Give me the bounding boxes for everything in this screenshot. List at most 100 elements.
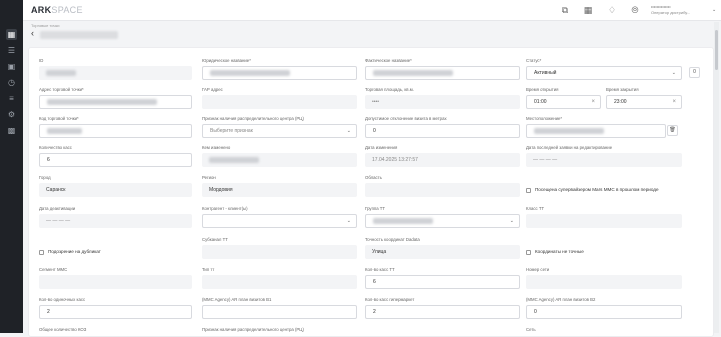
menu-icon[interactable]: ≡ xyxy=(6,93,17,104)
document-icon[interactable]: ▣ xyxy=(6,61,17,72)
chevron-down-icon: ⌄ xyxy=(671,70,676,76)
supervisor-checkbox[interactable] xyxy=(526,188,531,193)
legal-name-input[interactable] xyxy=(202,66,357,80)
id-field xyxy=(39,66,192,80)
legal-name-label: Юридическое название* xyxy=(202,58,251,63)
supervisor-label: Посещена супервайзером Mars MMC в прошло… xyxy=(535,187,659,192)
oblast-label: Область xyxy=(365,175,382,180)
class-label: Класс ТТ xyxy=(526,206,545,211)
table-icon[interactable]: ▩ xyxy=(6,125,17,136)
cashbox-label: Допустимое отклонение визита в метрах xyxy=(365,116,447,121)
close-time-label: Время закрытия xyxy=(606,87,639,92)
status-select[interactable]: Активный ⌄ xyxy=(526,66,682,80)
region-field: Мордовия xyxy=(202,183,357,197)
network-field xyxy=(526,275,682,289)
region-label: Регион xyxy=(202,175,216,180)
status-label: Статус* xyxy=(526,58,542,63)
mmc-b2-input[interactable]: 0 xyxy=(526,305,682,319)
city-field: Саранск xyxy=(39,183,192,197)
settings-icon[interactable]: ⚙ xyxy=(6,109,17,120)
list-icon[interactable]: ☰ xyxy=(6,45,17,56)
subchannel-label: Субканал ТТ xyxy=(202,237,228,242)
code-input[interactable] xyxy=(39,124,192,138)
cashbox-input[interactable]: 0 xyxy=(365,124,520,138)
close-icon: × xyxy=(591,99,595,105)
subchannel-field xyxy=(202,245,357,259)
class-field xyxy=(526,214,682,228)
page-title xyxy=(40,31,118,39)
oblast-field xyxy=(365,183,520,197)
trash-icon[interactable]: 🗑 xyxy=(667,125,678,136)
cashbox-tt-label: Кол-во касс ТТ xyxy=(365,267,395,272)
user-role: Оператор дистрибу... xyxy=(651,10,691,15)
hyper-cash-input[interactable]: 2 xyxy=(365,305,520,319)
area-label: Торговая площадь, кв.м. xyxy=(365,87,414,92)
actual-name-input[interactable] xyxy=(365,66,520,80)
dadata-field: Улица xyxy=(365,245,520,259)
modified-date-label: Дата изменения xyxy=(365,145,398,150)
dadata-label: Точность координат Dadata xyxy=(365,237,420,242)
one-cash-input[interactable]: 2 xyxy=(39,305,192,319)
duplicate-checkbox[interactable] xyxy=(39,250,44,255)
clock-icon[interactable]: ◷ xyxy=(6,77,17,88)
mmc-b1-input[interactable] xyxy=(202,305,357,319)
last-order-field: — — — — xyxy=(526,153,682,167)
cashbox-tt-input[interactable]: 6 xyxy=(365,275,520,289)
modified-by-label: Кем изменено xyxy=(202,145,231,150)
sidebar: ▦ ☰ ▣ ◷ ≡ ⚙ ▩ xyxy=(0,0,23,333)
coords-checkbox[interactable] xyxy=(526,250,531,255)
app-logo[interactable]: ARKSPACE xyxy=(31,5,83,15)
address-label: Адрес торговой точки* xyxy=(39,87,84,92)
scrollbar-thumb[interactable] xyxy=(715,30,718,70)
fias-label: ГАР адрес xyxy=(202,87,223,92)
group-select[interactable]: ⌄ xyxy=(365,214,520,228)
modified-by-field xyxy=(202,153,357,167)
group-label: Группа ТТ xyxy=(365,206,386,211)
fias-field xyxy=(202,95,357,109)
store-form-card: ID Юридическое название* Фактическое наз… xyxy=(28,47,714,337)
chevron-down-icon: ⌄ xyxy=(346,128,351,134)
modified-date-field: 17.04.2025 13:27:57 xyxy=(365,153,520,167)
network-label: Номер сети xyxy=(526,267,550,272)
bell-icon[interactable]: ♢ xyxy=(607,5,617,15)
code-label: Код торговой точки* xyxy=(39,116,79,121)
chevron-down-icon[interactable]: ⌄ xyxy=(712,7,716,13)
registers-label: Количество касс xyxy=(39,145,72,150)
contractor-label: Контрагент - клиент(ы) xyxy=(202,206,248,211)
home-icon[interactable]: ▦ xyxy=(6,29,17,40)
mmc-b2-label: (MMC Agency) AR план визитов В2 xyxy=(526,297,596,302)
mmc-b1-label: (MMC Agency) AR план визитов В1 xyxy=(202,297,272,302)
coords-label: Координаты не точные xyxy=(535,249,584,254)
user-name[interactable]: •••••••••••••• xyxy=(651,4,671,9)
location-input[interactable] xyxy=(526,124,666,138)
open-time-label: Время открытия xyxy=(526,87,559,92)
duplicate-label: Подозрение на дубликат xyxy=(48,249,101,254)
segment-field xyxy=(39,275,192,289)
chevron-down-icon: ⌄ xyxy=(346,218,351,224)
last-order-label: Дата последней заявки на редактирование xyxy=(526,145,613,150)
tt-type-field xyxy=(202,275,357,289)
contractor-select[interactable]: ⌄ xyxy=(202,214,357,228)
hyper-cash-label: Кол-во касс гипермаркет xyxy=(365,297,415,302)
compass-icon[interactable]: ⦾ xyxy=(630,5,640,15)
deactivation-field: — — — — xyxy=(39,214,192,228)
back-arrow-icon[interactable]: ‹ xyxy=(31,29,34,38)
copy-icon[interactable]: ⧉ xyxy=(560,5,570,15)
address-input[interactable] xyxy=(39,95,192,109)
location-label: Местоположение* xyxy=(526,116,563,121)
city-label: Город xyxy=(39,175,51,180)
dc-select[interactable]: Выберите признак ⌄ xyxy=(202,124,357,138)
close-time-input[interactable]: 23:00 × xyxy=(606,95,682,109)
top-header: ARKSPACE ⧉ ▦ ♢ ⦾ •••••••••••••• Оператор… xyxy=(23,0,721,21)
status-extra-button[interactable]: 0 xyxy=(689,67,700,78)
actual-name-label: Фактическое название* xyxy=(365,58,412,63)
open-time-input[interactable]: 01:00 × xyxy=(526,95,601,109)
total-label: Общее количество КОЗ xyxy=(39,327,87,332)
segment-label: Сегмент ММС xyxy=(39,267,68,272)
chevron-down-icon: ⌄ xyxy=(509,218,514,224)
grid-icon[interactable]: ▦ xyxy=(583,5,593,15)
tt-type-label: Тип тт xyxy=(202,267,215,272)
registers-input[interactable]: 6 xyxy=(39,153,192,167)
breadcrumb[interactable]: Торговые точки xyxy=(31,23,60,28)
dc-label: Признак наличия распределительного центр… xyxy=(202,116,304,121)
